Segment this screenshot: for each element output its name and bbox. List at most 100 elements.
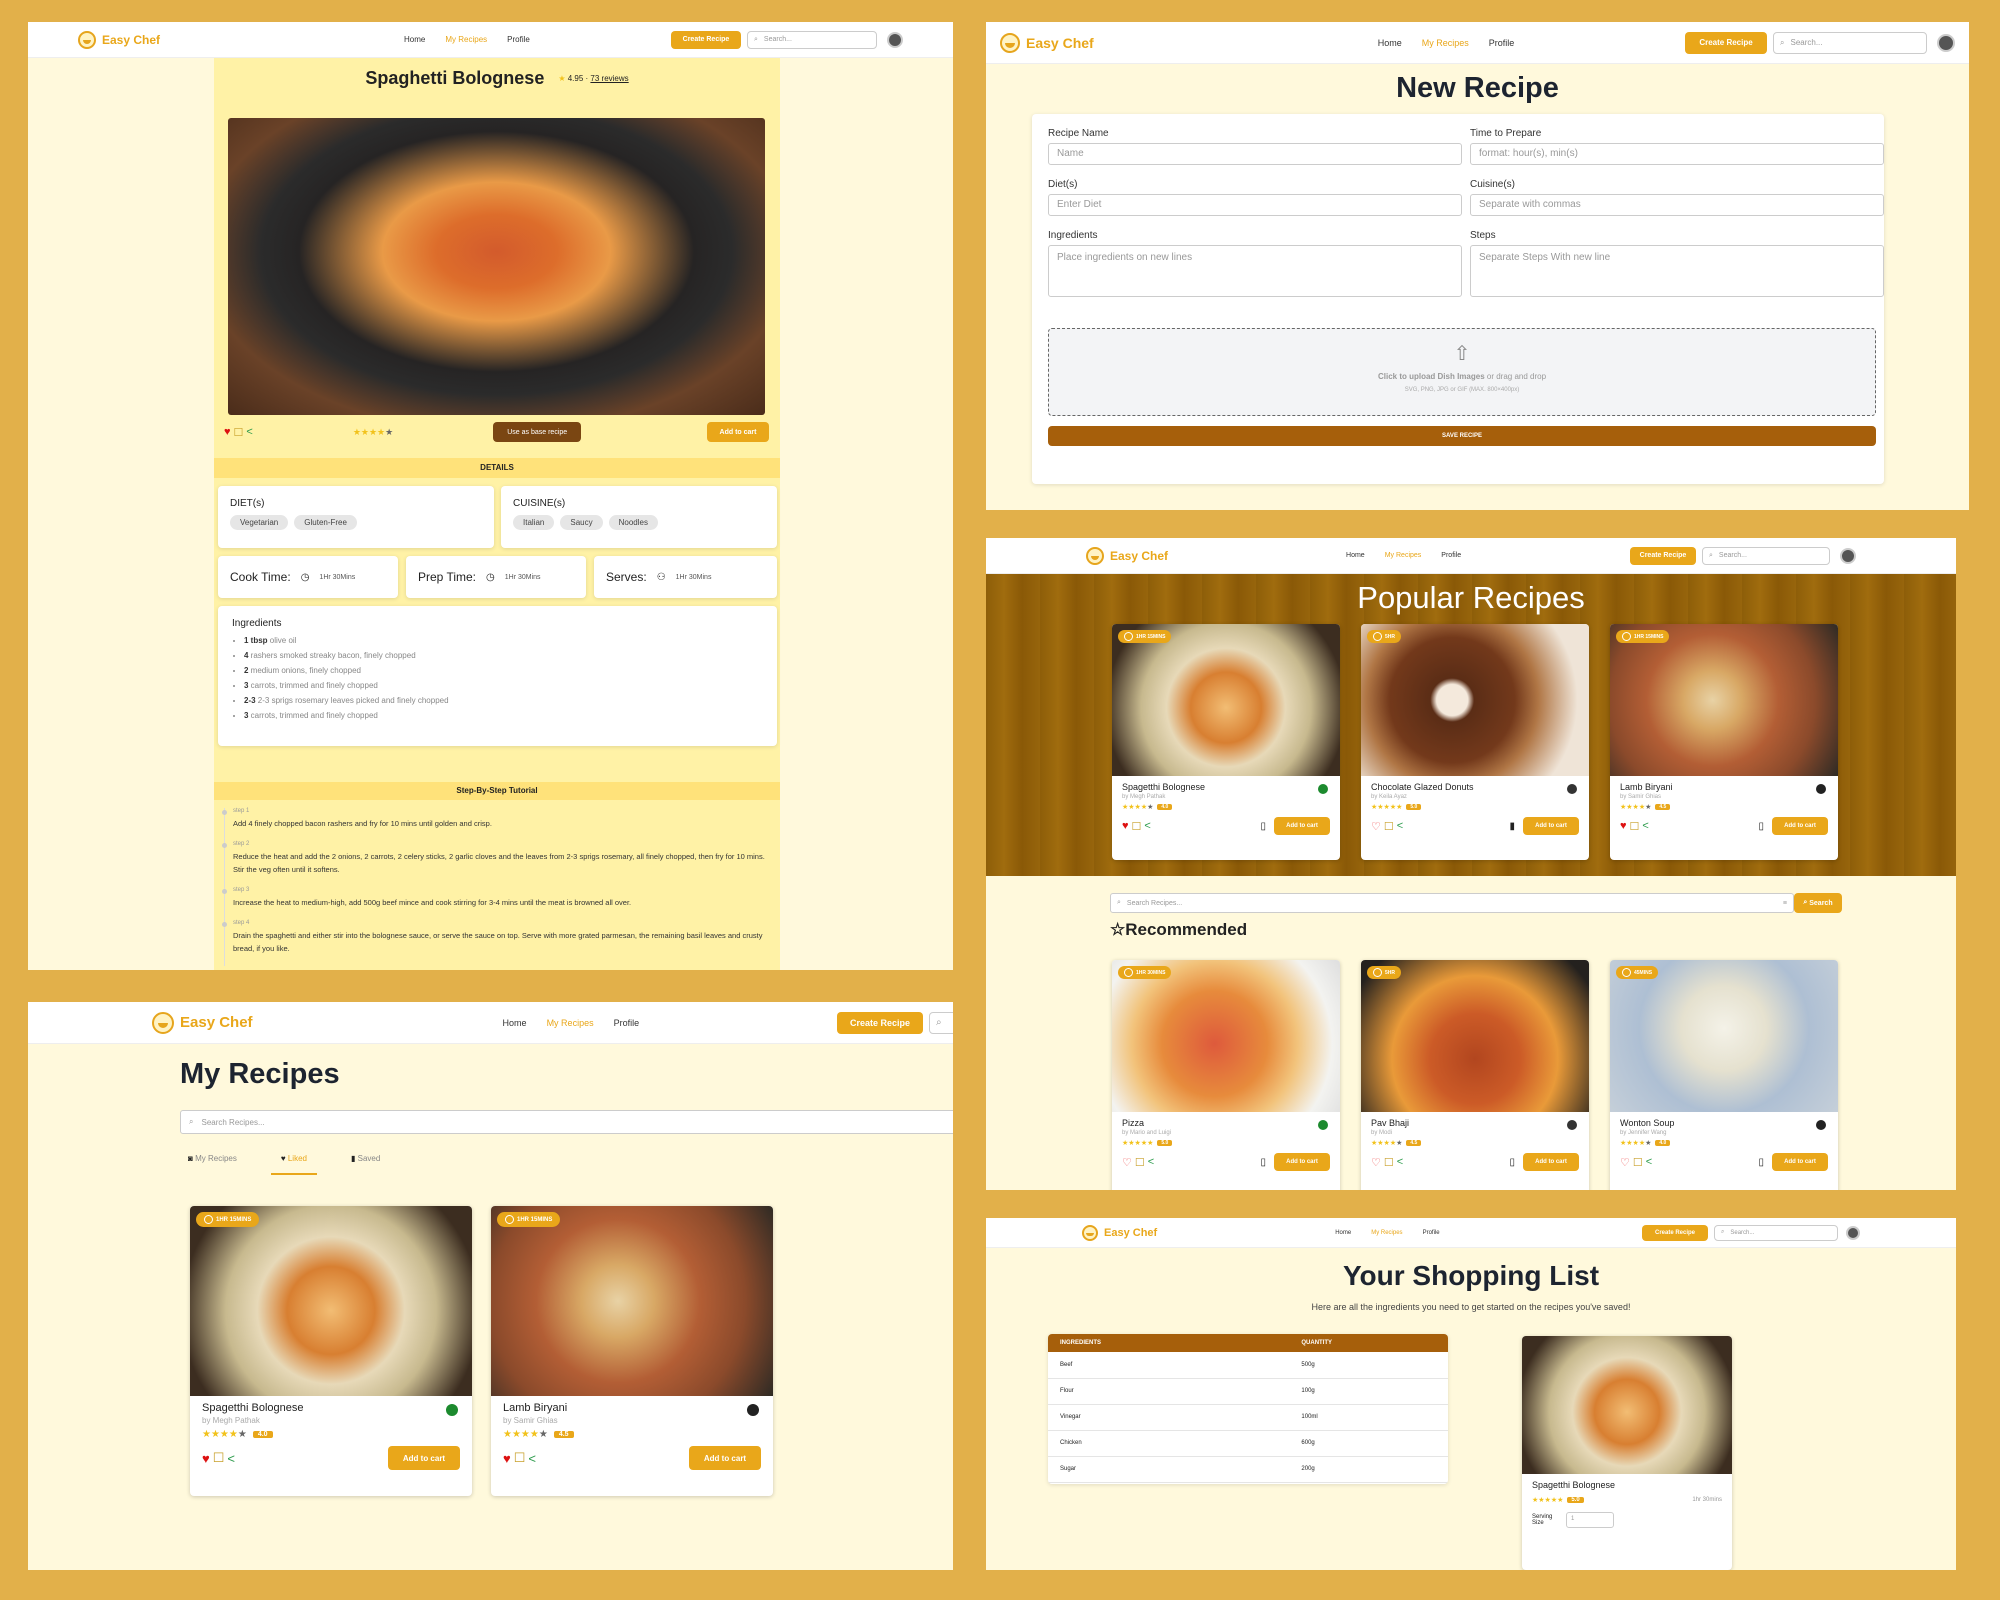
share-icon[interactable]: < xyxy=(246,426,252,438)
nav-home[interactable]: Home xyxy=(1378,38,1402,48)
bookmark-icon[interactable]: ▯ xyxy=(1260,821,1266,832)
steps-textarea[interactable]: Separate Steps With new line xyxy=(1470,245,1884,297)
comment-icon[interactable]: ☐ xyxy=(1132,820,1142,833)
avatar[interactable] xyxy=(1937,33,1955,52)
heart-icon[interactable]: ♥ xyxy=(224,426,231,438)
save-recipe-button[interactable]: SAVE RECIPE xyxy=(1048,426,1876,446)
heart-icon[interactable]: ♥ xyxy=(503,1451,511,1466)
nav-profile[interactable]: Profile xyxy=(1423,1230,1440,1236)
share-icon[interactable]: < xyxy=(1646,1156,1652,1168)
create-recipe-button[interactable]: Create Recipe xyxy=(1630,546,1696,565)
recipe-card[interactable]: 5HR Chocolate Glazed Donuts by Keila Ayaz ★… xyxy=(1361,624,1589,860)
share-icon[interactable]: < xyxy=(1144,820,1150,832)
nav-home[interactable]: Home xyxy=(1346,552,1365,559)
comment-icon[interactable]: ☐ xyxy=(1633,1156,1643,1169)
share-icon[interactable]: < xyxy=(1397,1156,1403,1168)
nav-profile[interactable]: Profile xyxy=(507,35,530,44)
nav-my-recipes[interactable]: My Recipes xyxy=(1371,1230,1402,1236)
share-icon[interactable]: < xyxy=(1148,1156,1154,1168)
serving-size-input[interactable]: 1 xyxy=(1566,1512,1614,1528)
reviews-link[interactable]: 73 reviews xyxy=(590,74,628,83)
tab-saved[interactable]: ▮ Saved xyxy=(351,1154,380,1175)
recipe-card[interactable]: 5HR Pav Bhaji by Modi ★★★★★ 4.5 ♡ ☐ < ▯ Add to ca… xyxy=(1361,960,1589,1190)
recipe-name-input[interactable]: Name xyxy=(1048,143,1462,165)
recipe-card[interactable]: 1HR 15MINS Spagetthi Bolognese by Megh Pat… xyxy=(1112,624,1340,860)
bookmark-icon[interactable]: ▯ xyxy=(1509,1157,1515,1168)
heart-icon[interactable]: ♡ xyxy=(1620,1156,1630,1169)
add-to-cart-button[interactable]: Add to cart xyxy=(1523,817,1579,835)
brand[interactable]: Easy Chef xyxy=(78,30,160,49)
comment-icon[interactable]: ☐ xyxy=(1630,820,1640,833)
add-to-cart-button[interactable]: Add to cart xyxy=(1772,1153,1828,1171)
add-to-cart-button[interactable]: Add to cart xyxy=(1772,817,1828,835)
create-recipe-button[interactable]: Create Recipe xyxy=(837,1011,923,1034)
nav-my-recipes[interactable]: My Recipes xyxy=(1422,38,1469,48)
recipe-card[interactable]: 1HR 30MINS Pizza by Mario and Luigi ★★★★★ 5.… xyxy=(1112,960,1340,1190)
avatar[interactable] xyxy=(1840,547,1856,564)
recipe-card[interactable]: 1HR 15MINS Lamb Biryani by Samir Ghias ★★★★… xyxy=(491,1206,773,1496)
heart-icon[interactable]: ♡ xyxy=(1122,1156,1132,1169)
create-recipe-button[interactable]: Create Recipe xyxy=(1642,1224,1708,1241)
heart-icon[interactable]: ♥ xyxy=(202,1451,210,1466)
share-icon[interactable]: < xyxy=(528,1451,536,1466)
search-input[interactable]: ⌕ xyxy=(929,1011,953,1034)
ingredients-textarea[interactable]: Place ingredients on new lines xyxy=(1048,245,1462,297)
comment-icon[interactable]: ☐ xyxy=(234,426,244,439)
add-to-cart-button[interactable]: Add to cart xyxy=(388,1446,460,1470)
nav-my-recipes[interactable]: My Recipes xyxy=(1385,552,1422,559)
search-button[interactable]: ⌕ Search xyxy=(1794,893,1842,913)
diet-input[interactable]: Enter Diet xyxy=(1048,194,1462,216)
nav-home[interactable]: Home xyxy=(503,1018,527,1028)
use-as-base-button[interactable]: Use as base recipe xyxy=(493,422,582,442)
recipe-card[interactable]: 1HR 15MINS Lamb Biryani by Samir Ghias ★★★★… xyxy=(1610,624,1838,860)
brand[interactable]: Easy Chef xyxy=(1000,32,1094,53)
tab-liked[interactable]: ♥ Liked xyxy=(270,1154,317,1175)
bookmark-icon[interactable]: ▮ xyxy=(1509,821,1515,832)
brand[interactable]: Easy Chef xyxy=(152,1011,253,1034)
search-input[interactable]: ⌕ Search... xyxy=(1702,546,1830,565)
brand[interactable]: Easy Chef xyxy=(1086,546,1168,565)
nav-profile[interactable]: Profile xyxy=(1489,38,1515,48)
share-icon[interactable]: < xyxy=(227,1451,235,1466)
bookmark-icon[interactable]: ▯ xyxy=(1260,1157,1266,1168)
saved-recipe-card[interactable]: Spagetthi Bolognese ★★★★★ 5.0 1hr 30mins… xyxy=(1522,1336,1732,1570)
create-recipe-button[interactable]: Create Recipe xyxy=(671,30,741,49)
comment-icon[interactable]: ☐ xyxy=(1384,1156,1394,1169)
avatar[interactable] xyxy=(887,31,903,48)
avatar[interactable] xyxy=(1846,1225,1860,1240)
comment-icon[interactable]: ☐ xyxy=(1384,820,1394,833)
search-input[interactable]: ⌕ Search... xyxy=(1714,1224,1838,1241)
time-input[interactable]: format: hour(s), min(s) xyxy=(1470,143,1884,165)
add-to-cart-button[interactable]: Add to cart xyxy=(1274,817,1330,835)
nav-home[interactable]: Home xyxy=(1335,1230,1351,1236)
heart-icon[interactable]: ♡ xyxy=(1371,820,1381,833)
nav-my-recipes[interactable]: My Recipes xyxy=(547,1018,594,1028)
search-input[interactable]: ⌕ Search... xyxy=(747,30,877,49)
comment-icon[interactable]: ☐ xyxy=(514,1450,526,1466)
image-upload-dropzone[interactable]: ⇧ Click to upload Dish Images or drag an… xyxy=(1048,328,1876,416)
recipe-search-input[interactable]: ⌕ Search Recipes... xyxy=(180,1110,953,1134)
recipe-card[interactable]: 1HR 15MINS Spagetthi Bolognese by Megh Pat… xyxy=(190,1206,472,1496)
search-input[interactable]: ⌕ Search... xyxy=(1773,31,1927,54)
tab-my-recipes[interactable]: ◙ My Recipes xyxy=(188,1154,237,1175)
create-recipe-button[interactable]: Create Recipe xyxy=(1685,31,1767,54)
add-to-cart-button[interactable]: Add to cart xyxy=(707,422,769,442)
heart-icon[interactable]: ♥ xyxy=(1620,820,1627,832)
bookmark-icon[interactable]: ▯ xyxy=(1758,821,1764,832)
nav-home[interactable]: Home xyxy=(404,35,425,44)
cuisine-input[interactable]: Separate with commas xyxy=(1470,194,1884,216)
recipe-search-input[interactable]: ⌕ Search Recipes... ≡ xyxy=(1110,893,1794,913)
share-icon[interactable]: < xyxy=(1642,820,1648,832)
nav-profile[interactable]: Profile xyxy=(1441,552,1461,559)
comment-icon[interactable]: ☐ xyxy=(213,1450,225,1466)
recipe-card[interactable]: 45MINS Wonton Soup by Jennifer Wang ★★★★★ 4.… xyxy=(1610,960,1838,1190)
bookmark-icon[interactable]: ▯ xyxy=(1758,1157,1764,1168)
heart-icon[interactable]: ♡ xyxy=(1371,1156,1381,1169)
add-to-cart-button[interactable]: Add to cart xyxy=(1274,1153,1330,1171)
share-icon[interactable]: < xyxy=(1397,820,1403,832)
comment-icon[interactable]: ☐ xyxy=(1135,1156,1145,1169)
filter-icon[interactable]: ≡ xyxy=(1783,900,1787,907)
heart-icon[interactable]: ♥ xyxy=(1122,820,1129,832)
brand[interactable]: Easy Chef xyxy=(1082,1224,1157,1241)
nav-my-recipes[interactable]: My Recipes xyxy=(445,35,487,44)
